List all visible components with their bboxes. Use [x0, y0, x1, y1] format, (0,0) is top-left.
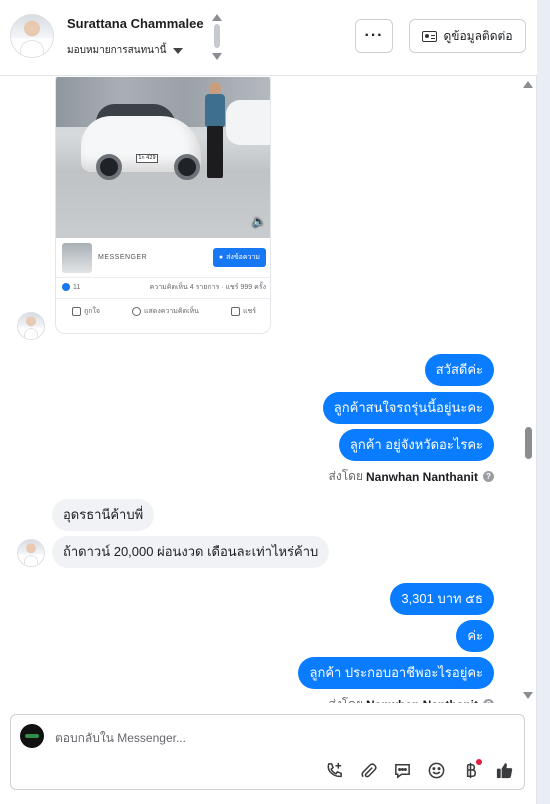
background-car — [226, 100, 270, 145]
emoji-icon[interactable] — [426, 760, 446, 780]
incoming-message[interactable]: อุดรธานีค้าบพี่ — [52, 499, 155, 531]
outgoing-message[interactable]: ลูกค้าสนใจรถรุ่นนี้อยู่นะคะ — [322, 392, 494, 424]
scroll-thumb[interactable] — [525, 427, 532, 459]
shared-post-card[interactable]: 1ก 429 🔈 MESSENGER ● ส่งข้อความ 11 ความค… — [55, 77, 271, 334]
more-icon: ··· — [364, 27, 384, 44]
help-icon[interactable]: ? — [483, 471, 494, 482]
outgoing-message[interactable]: ลูกค้า อยู่จังหวัดอะไรคะ — [338, 429, 494, 461]
sent-by-label: ส่งโดย Nanwhan Nanthanit ? — [329, 467, 494, 486]
like-icon — [72, 307, 81, 316]
like-count: 11 — [73, 283, 81, 291]
share-icon — [230, 307, 240, 316]
outgoing-message[interactable]: ค่ะ — [456, 620, 494, 652]
outgoing-message[interactable]: สวัสดีค่ะ — [424, 354, 494, 386]
messenger-icon: ● — [218, 254, 224, 261]
baht-icon[interactable] — [460, 759, 482, 780]
outgoing-message[interactable]: ลูกค้า ประกอบอาชีพอะไรอยู่คะ — [298, 657, 494, 689]
post-video-thumbnail[interactable]: 1ก 429 🔈 — [56, 77, 270, 238]
conversation-header: Surattana Chammalee มอบหมายการสนทนานี้ ·… — [0, 0, 537, 76]
post-source-name: MESSENGER — [98, 254, 148, 261]
help-icon[interactable]: ? — [483, 699, 494, 703]
sender-name: Nanwhan Nanthanit — [365, 469, 478, 484]
scroll-down-icon[interactable] — [212, 53, 222, 60]
phone-plus-icon[interactable] — [324, 760, 344, 780]
contact-name[interactable]: Surattana Chammalee — [67, 16, 204, 31]
sent-by-label: ส่งโดย Nanwhan Nanthanit ? — [329, 695, 494, 703]
notification-dot — [476, 759, 482, 765]
sender-name: Nanwhan Nanthanit — [366, 698, 478, 704]
assign-conversation-dropdown[interactable]: มอบหมายการสนทนานี้ — [67, 43, 184, 58]
scroll-up-icon[interactable] — [212, 14, 222, 21]
page-logo — [20, 724, 44, 748]
like-reaction-icon — [62, 283, 70, 291]
reply-composer — [10, 714, 525, 790]
paperclip-icon[interactable] — [358, 760, 378, 780]
incoming-message[interactable]: ถ้าดาวน์ 20,000 ผ่อนงวด เดือนละเท่าไหร่ค… — [52, 536, 330, 568]
post-share-button[interactable]: แชร์ — [230, 306, 256, 317]
assign-label: มอบหมายการสนทนานี้ — [67, 45, 167, 56]
comment-icon — [132, 307, 141, 316]
view-contact-label: ดูข้อมูลติดต่อ — [443, 28, 513, 43]
scroll-thumb[interactable] — [214, 24, 220, 48]
messenger-panel: Surattana Chammalee มอบหมายการสนทนานี้ ·… — [0, 0, 537, 804]
thread-scrollbar[interactable] — [523, 77, 533, 703]
send-message-label: ส่งข้อความ — [226, 254, 260, 261]
scroll-up-icon[interactable] — [523, 81, 533, 88]
contact-avatar-small[interactable] — [17, 312, 45, 340]
car-wheel — [174, 154, 200, 180]
thumbs-up-icon[interactable] — [494, 760, 514, 780]
more-options-button[interactable]: ··· — [355, 19, 393, 53]
scroll-down-icon[interactable] — [523, 692, 533, 699]
post-engagement: ความคิดเห็น 4 รายการ · แชร์ 999 ครั้ง — [149, 283, 266, 291]
salesperson-figure — [204, 82, 226, 182]
send-message-button[interactable]: ● ส่งข้อความ — [212, 248, 266, 267]
contact-card-icon — [422, 30, 438, 42]
post-comment-button[interactable]: แสดงความคิดเห็น — [132, 306, 199, 317]
contact-avatar-small[interactable] — [17, 539, 45, 567]
post-actions: ถูกใจ แสดงความคิดเห็น แชร์ — [56, 298, 270, 324]
header-scrollbar[interactable] — [212, 14, 222, 60]
contact-avatar[interactable] — [10, 14, 54, 58]
saved-reply-icon[interactable] — [392, 760, 412, 780]
volume-icon[interactable]: 🔈 — [252, 215, 266, 228]
post-stats: 11 ความคิดเห็น 4 รายการ · แชร์ 999 ครั้ง — [62, 280, 266, 294]
post-like-button[interactable]: ถูกใจ — [72, 306, 100, 317]
license-plate: 1ก 429 — [136, 154, 158, 163]
message-thread[interactable]: 1ก 429 🔈 MESSENGER ● ส่งข้อความ 11 ความค… — [0, 77, 537, 703]
reply-input[interactable] — [55, 728, 455, 748]
car-wheel — [96, 154, 122, 180]
caret-down-icon — [173, 47, 184, 54]
post-source-bar: MESSENGER ● ส่งข้อความ — [56, 238, 270, 278]
view-contact-button[interactable]: ดูข้อมูลติดต่อ — [409, 19, 526, 53]
page-thumbnail — [62, 242, 92, 273]
outgoing-message[interactable]: 3,301 บาท ๕ธ — [390, 583, 494, 615]
composer-toolbar — [324, 757, 514, 783]
